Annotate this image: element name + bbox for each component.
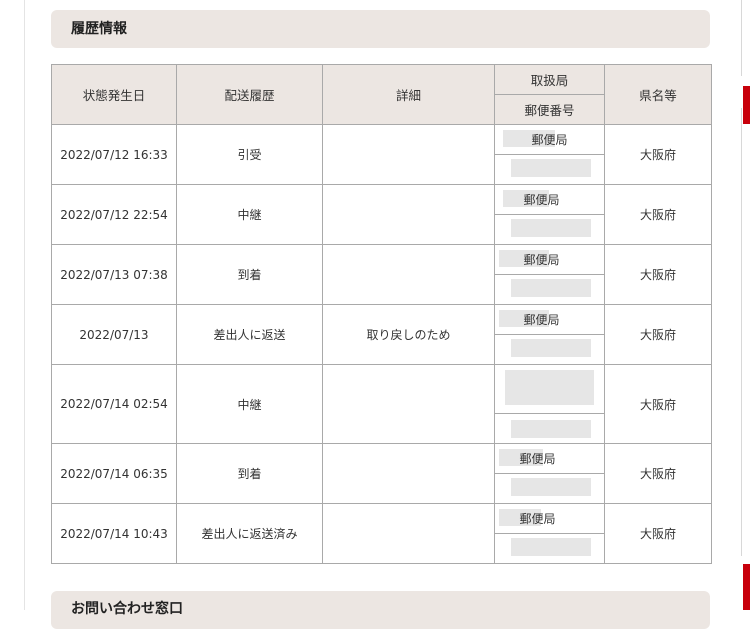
table-row: 2022/07/13 07:38 到着 郵便局 大阪府 bbox=[51, 244, 712, 305]
table-row: 2022/07/14 06:35 到着 郵便局 大阪府 bbox=[51, 443, 712, 504]
row-history: 引受 bbox=[176, 124, 323, 185]
row-history: 差出人に返送済み bbox=[176, 503, 323, 564]
row-date: 2022/07/13 bbox=[51, 304, 177, 365]
row-date: 2022/07/14 06:35 bbox=[51, 443, 177, 504]
redacted-block bbox=[511, 279, 591, 297]
page-left-border bbox=[24, 0, 25, 610]
redacted-block bbox=[511, 478, 591, 496]
header-postal-code: 郵便番号 bbox=[494, 94, 605, 125]
row-office: 郵便局 bbox=[494, 304, 605, 335]
side-panel-border bbox=[741, 108, 742, 556]
row-detail bbox=[322, 364, 495, 444]
row-office: 郵便局 bbox=[494, 503, 605, 534]
row-postal-code bbox=[494, 214, 605, 245]
row-office-label: 郵便局 bbox=[531, 133, 568, 147]
row-history: 中継 bbox=[176, 184, 323, 245]
row-date: 2022/07/14 02:54 bbox=[51, 364, 177, 444]
row-date: 2022/07/12 16:33 bbox=[51, 124, 177, 185]
row-prefecture: 大阪府 bbox=[604, 184, 712, 245]
row-office: 郵便局 bbox=[494, 124, 605, 155]
header-prefecture: 県名等 bbox=[604, 64, 712, 125]
row-prefecture: 大阪府 bbox=[604, 364, 712, 444]
row-office bbox=[494, 364, 605, 414]
row-detail bbox=[322, 124, 495, 185]
side-red-tab[interactable] bbox=[743, 86, 750, 124]
redacted-block bbox=[511, 339, 591, 357]
row-detail bbox=[322, 244, 495, 305]
row-postal-code bbox=[494, 334, 605, 365]
row-detail bbox=[322, 443, 495, 504]
row-prefecture: 大阪府 bbox=[604, 124, 712, 185]
redacted-block bbox=[511, 538, 591, 556]
row-office-label: 郵便局 bbox=[523, 193, 560, 207]
header-date: 状態発生日 bbox=[51, 64, 177, 125]
header-office: 取扱局 bbox=[494, 64, 605, 95]
row-postal-code bbox=[494, 413, 605, 444]
redacted-block bbox=[511, 219, 591, 237]
table-row: 2022/07/13 差出人に返送 取り戻しのため 郵便局 大阪府 bbox=[51, 304, 712, 365]
row-date: 2022/07/14 10:43 bbox=[51, 503, 177, 564]
row-office-label: 郵便局 bbox=[519, 452, 556, 466]
row-detail bbox=[322, 503, 495, 564]
row-detail bbox=[322, 184, 495, 245]
history-section-title: 履歴情報 bbox=[51, 10, 710, 48]
redacted-block bbox=[511, 159, 591, 177]
redacted-block bbox=[511, 420, 591, 438]
row-prefecture: 大阪府 bbox=[604, 503, 712, 564]
row-office-label: 郵便局 bbox=[519, 512, 556, 526]
row-office: 郵便局 bbox=[494, 443, 605, 474]
row-postal-code bbox=[494, 533, 605, 564]
table-row: 2022/07/14 10:43 差出人に返送済み 郵便局 大阪府 bbox=[51, 503, 712, 564]
row-detail: 取り戻しのため bbox=[322, 304, 495, 365]
row-office-label: 郵便局 bbox=[523, 253, 560, 267]
header-history: 配送履歴 bbox=[176, 64, 323, 125]
row-office-label: 郵便局 bbox=[523, 313, 560, 327]
table-row: 2022/07/12 22:54 中継 郵便局 大阪府 bbox=[51, 184, 712, 245]
row-office: 郵便局 bbox=[494, 184, 605, 215]
row-office: 郵便局 bbox=[494, 244, 605, 275]
tracking-history-table: 状態発生日 配送履歴 詳細 取扱局 県名等 郵便番号 2022/07/12 16… bbox=[51, 64, 712, 564]
row-prefecture: 大阪府 bbox=[604, 244, 712, 305]
row-history: 差出人に返送 bbox=[176, 304, 323, 365]
row-history: 到着 bbox=[176, 244, 323, 305]
row-history: 到着 bbox=[176, 443, 323, 504]
row-prefecture: 大阪府 bbox=[604, 304, 712, 365]
row-history: 中継 bbox=[176, 364, 323, 444]
row-postal-code bbox=[494, 473, 605, 504]
row-date: 2022/07/13 07:38 bbox=[51, 244, 177, 305]
table-row: 2022/07/14 02:54 中継 大阪府 bbox=[51, 364, 712, 444]
header-detail: 詳細 bbox=[322, 64, 495, 125]
side-red-tab[interactable] bbox=[743, 564, 750, 610]
row-postal-code bbox=[494, 274, 605, 305]
row-postal-code bbox=[494, 154, 605, 185]
row-date: 2022/07/12 22:54 bbox=[51, 184, 177, 245]
row-prefecture: 大阪府 bbox=[604, 443, 712, 504]
contact-section-title: お問い合わせ窓口 bbox=[51, 591, 710, 629]
redacted-block bbox=[505, 370, 594, 405]
side-panel-border bbox=[741, 0, 742, 76]
table-row: 2022/07/12 16:33 引受 郵便局 大阪府 bbox=[51, 124, 712, 185]
